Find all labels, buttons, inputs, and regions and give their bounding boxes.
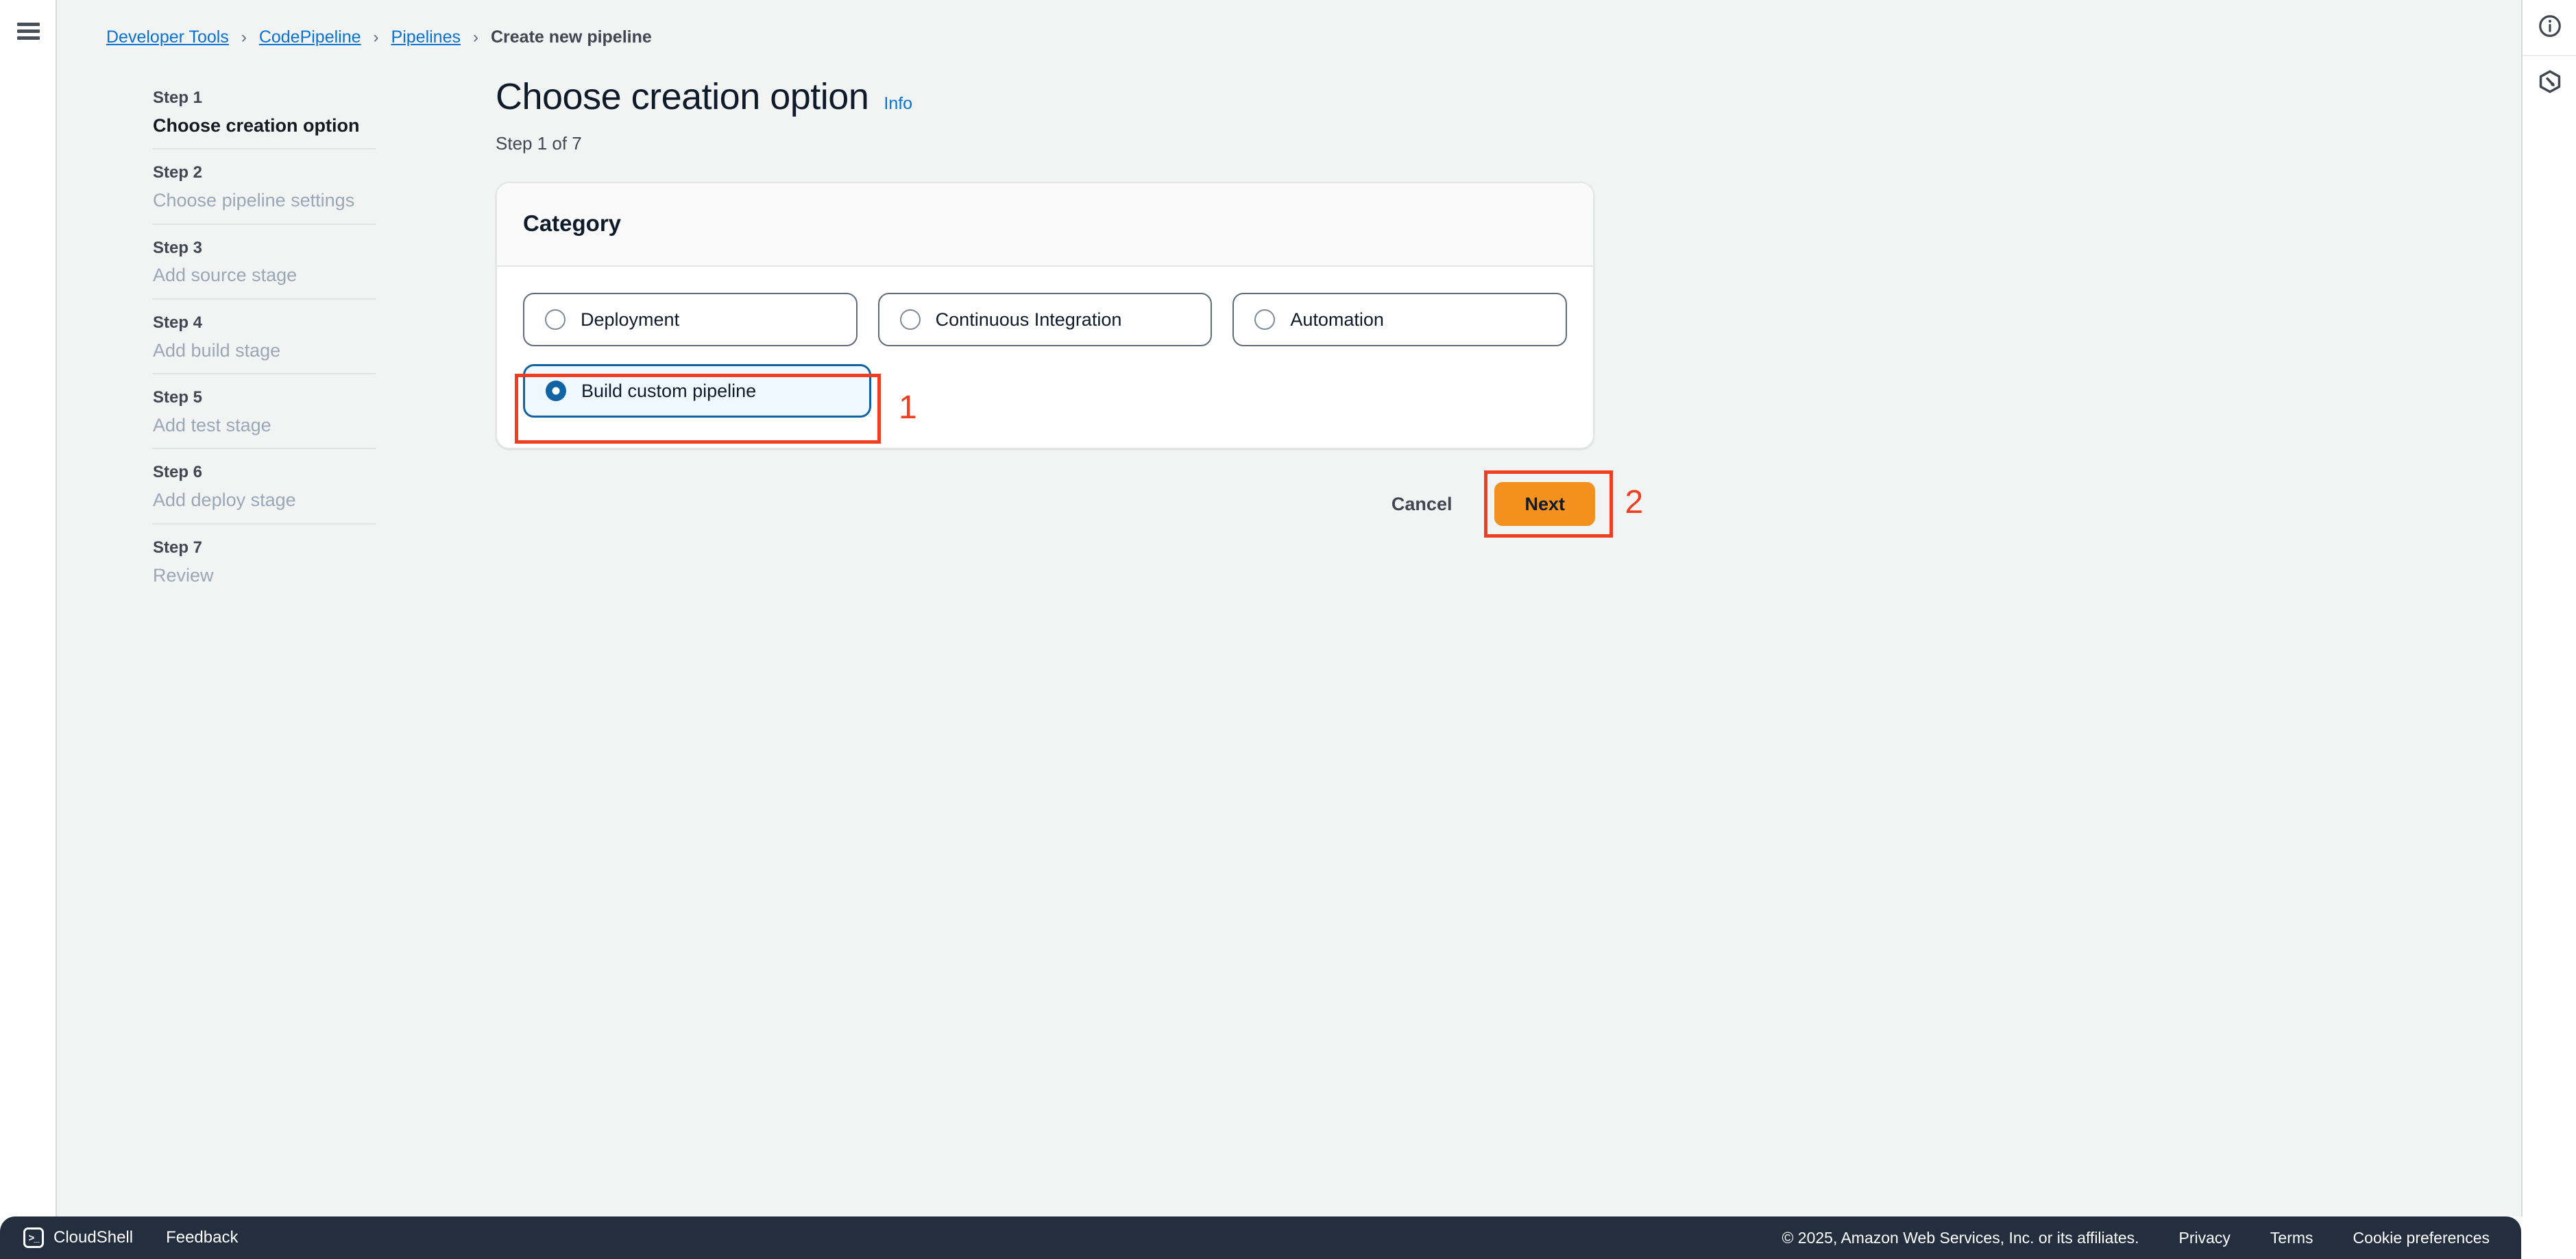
left-nav-rail: [0, 0, 57, 1216]
feedback-label: Feedback: [166, 1228, 239, 1247]
page-footer: >_ CloudShell Feedback © 2025, Amazon We…: [0, 1216, 2521, 1259]
radio-tile-continuous-integration[interactable]: Continuous Integration: [877, 293, 1213, 346]
right-tool-rail: [2521, 0, 2576, 1216]
sidebar-item-step-6[interactable]: Step 6 Add deploy stage: [153, 448, 376, 523]
breadcrumb-separator-icon: ›: [373, 27, 379, 47]
step-label: Choose creation option: [153, 115, 360, 136]
sidebar-item-step-7[interactable]: Step 7 Review: [153, 523, 376, 598]
footer-right-group: © 2025, Amazon Web Services, Inc. or its…: [1782, 1229, 2521, 1247]
category-heading: Category: [523, 211, 622, 236]
step-progress-text: Step 1 of 7: [496, 133, 582, 154]
step-number: Step 4: [153, 313, 203, 332]
info-panel-button[interactable]: [2523, 0, 2576, 55]
cloudshell-button[interactable]: >_ CloudShell: [23, 1227, 133, 1248]
category-card-header: Category: [497, 183, 1593, 267]
main-content: Choose creation option Info Step 1 of 7 …: [496, 75, 1643, 538]
page-title: Choose creation option: [496, 76, 869, 117]
page-canvas: Developer Tools › CodePipeline › Pipelin…: [57, 0, 2521, 1216]
breadcrumb-item-create-new-pipeline: Create new pipeline: [490, 27, 652, 47]
sidebar-item-step-1[interactable]: Step 1 Choose creation option: [153, 86, 376, 148]
wizard-action-row: Cancel Next 2: [496, 470, 1643, 538]
radio-tile-label: Deployment: [581, 309, 680, 330]
category-option-row-2: Build custom pipeline 1: [515, 364, 1567, 444]
hamburger-bar: [17, 23, 40, 26]
step-label: Add build stage: [153, 339, 281, 361]
step-number: Step 6: [153, 463, 203, 482]
step-number: Step 2: [153, 163, 203, 182]
page-header: Choose creation option Info: [496, 75, 1599, 118]
step-label: Review: [153, 564, 214, 586]
category-card: Category Deployment Continuous Integrati…: [496, 182, 1594, 449]
step-number: Step 3: [153, 238, 203, 257]
step-label: Add test stage: [153, 414, 271, 435]
next-button[interactable]: Next: [1494, 482, 1595, 526]
info-link[interactable]: Info: [884, 94, 912, 114]
radio-icon[interactable]: [899, 309, 921, 330]
step-label: Add deploy stage: [153, 490, 296, 511]
radio-tile-automation[interactable]: Automation: [1232, 293, 1568, 346]
copyright-text: © 2025, Amazon Web Services, Inc. or its…: [1782, 1228, 2139, 1247]
hexagon-codecatalyst-icon: [2537, 69, 2563, 98]
sidebar-item-step-2[interactable]: Step 2 Choose pipeline settings: [153, 148, 376, 223]
radio-tile-label: Continuous Integration: [935, 309, 1122, 330]
step-number: Step 7: [153, 538, 203, 557]
terms-link[interactable]: Terms: [2270, 1229, 2313, 1247]
feedback-link[interactable]: Feedback: [166, 1228, 238, 1247]
next-button-wrapper: Next 2: [1484, 470, 1643, 538]
privacy-link[interactable]: Privacy: [2179, 1229, 2231, 1247]
breadcrumb-separator-icon: ›: [472, 27, 478, 47]
sidebar-item-step-3[interactable]: Step 3 Add source stage: [153, 223, 376, 298]
breadcrumb-separator-icon: ›: [241, 27, 247, 47]
step-label: Add source stage: [153, 265, 297, 286]
codecatalyst-panel-button[interactable]: [2523, 55, 2576, 110]
info-circle-icon: [2537, 13, 2563, 43]
radio-tile-build-custom-pipeline[interactable]: Build custom pipeline: [523, 364, 871, 418]
annotation-number-2: 2: [1625, 484, 1644, 520]
category-option-row-1: Deployment Continuous Integration Automa…: [523, 293, 1568, 346]
radio-icon[interactable]: [1254, 309, 1276, 330]
app-root: Developer Tools › CodePipeline › Pipelin…: [0, 0, 2576, 1259]
step-number: Step 5: [153, 388, 203, 407]
breadcrumb: Developer Tools › CodePipeline › Pipelin…: [106, 27, 652, 47]
sidebar-item-step-4[interactable]: Step 4 Add build stage: [153, 298, 376, 373]
radio-tile-label: Build custom pipeline: [581, 380, 757, 401]
cloudshell-label: CloudShell: [53, 1228, 134, 1247]
annotation-number-1: 1: [899, 389, 917, 426]
cookie-preferences-link[interactable]: Cookie preferences: [2353, 1229, 2490, 1247]
footer-left-group: >_ CloudShell Feedback: [0, 1227, 238, 1248]
wizard-step-navigation: Step 1 Choose creation option Step 2 Cho…: [153, 86, 376, 598]
cancel-button[interactable]: Cancel: [1387, 484, 1457, 525]
breadcrumb-item-pipelines[interactable]: Pipelines: [391, 27, 461, 47]
category-card-body: Deployment Continuous Integration Automa…: [497, 267, 1593, 448]
breadcrumb-item-codepipeline[interactable]: CodePipeline: [259, 27, 361, 47]
step-number: Step 1: [153, 88, 203, 107]
radio-icon-selected[interactable]: [546, 381, 566, 401]
breadcrumb-item-developer-tools[interactable]: Developer Tools: [106, 27, 229, 47]
radio-tile-label: Automation: [1290, 309, 1384, 330]
step-label: Choose pipeline settings: [153, 190, 355, 211]
radio-tile-deployment[interactable]: Deployment: [523, 293, 858, 346]
hamburger-bar: [17, 29, 40, 33]
hamburger-bar: [17, 36, 40, 40]
radio-icon[interactable]: [545, 309, 566, 330]
sidebar-item-step-5[interactable]: Step 5 Add test stage: [153, 373, 376, 448]
hamburger-menu-icon[interactable]: [17, 23, 40, 40]
cloudshell-icon: >_: [23, 1227, 44, 1248]
